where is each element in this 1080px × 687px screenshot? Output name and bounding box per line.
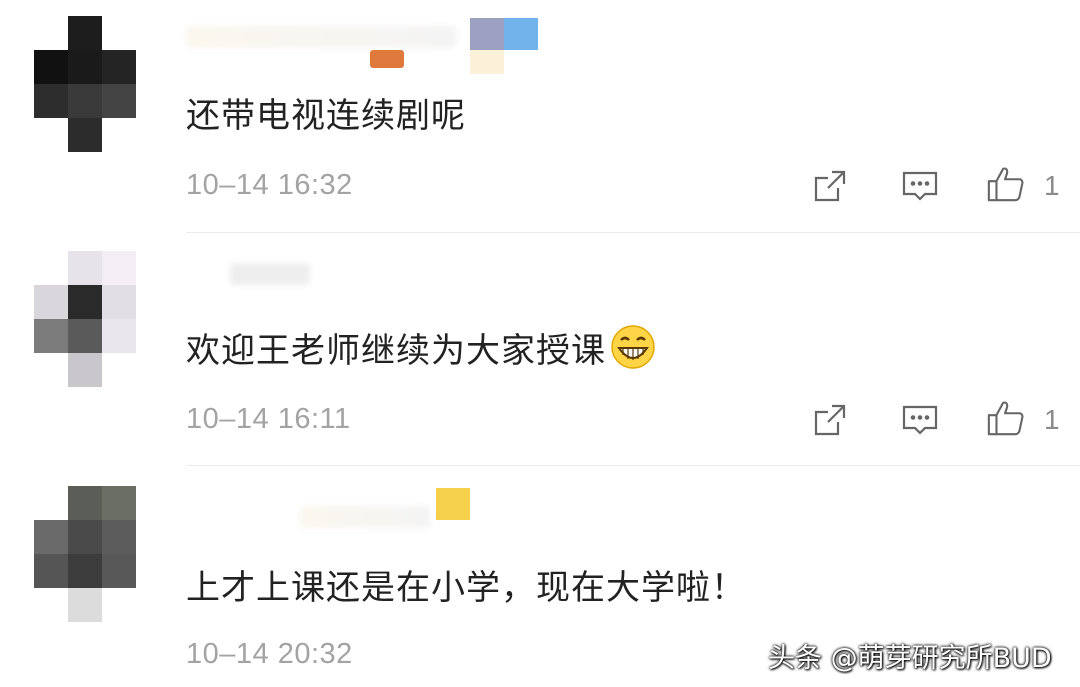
comment-item: 还带电视连续剧呢 10–14 16:32 1 (0, 0, 1080, 232)
user-badge (436, 488, 470, 520)
like-button[interactable] (986, 164, 1026, 204)
watermark: 头条 @萌芽研究所BUD (768, 643, 1052, 674)
username-blurred[interactable] (230, 263, 310, 285)
comment-text: 上才上课还是在小学，现在大学啦！ (186, 568, 746, 608)
user-badge (370, 50, 404, 68)
reply-button[interactable] (900, 400, 940, 440)
thumbs-up-icon (987, 167, 1024, 202)
user-badge (470, 18, 504, 50)
user-badge (470, 50, 504, 74)
comment-icon (902, 405, 938, 435)
comment-time: 10–14 16:32 (186, 169, 353, 201)
grinning-face-icon (610, 324, 656, 379)
comment-item: 欢迎王老师继续为大家授课 10–14 16:11 1 (0, 233, 1080, 465)
share-button[interactable] (810, 166, 850, 206)
username-blurred[interactable] (186, 26, 456, 48)
share-icon (814, 404, 846, 436)
share-button[interactable] (810, 400, 850, 440)
comment-text: 还带电视连续剧呢 (186, 96, 466, 136)
comment-text-content: 欢迎王老师继续为大家授课 (186, 331, 606, 371)
comment-time: 10–14 20:32 (186, 638, 353, 670)
avatar[interactable] (34, 16, 136, 152)
comment-icon (902, 171, 938, 201)
avatar[interactable] (34, 251, 136, 387)
user-badge (504, 18, 538, 50)
like-button[interactable] (986, 398, 1026, 438)
comment-time: 10–14 16:11 (186, 403, 351, 435)
comment-text: 欢迎王老师继续为大家授课 (186, 323, 656, 379)
avatar[interactable] (34, 486, 136, 622)
username-blurred[interactable] (300, 506, 430, 528)
thumbs-up-icon (987, 401, 1024, 436)
reply-button[interactable] (900, 166, 940, 206)
share-icon (814, 170, 846, 202)
like-count: 1 (1044, 170, 1060, 201)
like-count: 1 (1044, 404, 1060, 435)
